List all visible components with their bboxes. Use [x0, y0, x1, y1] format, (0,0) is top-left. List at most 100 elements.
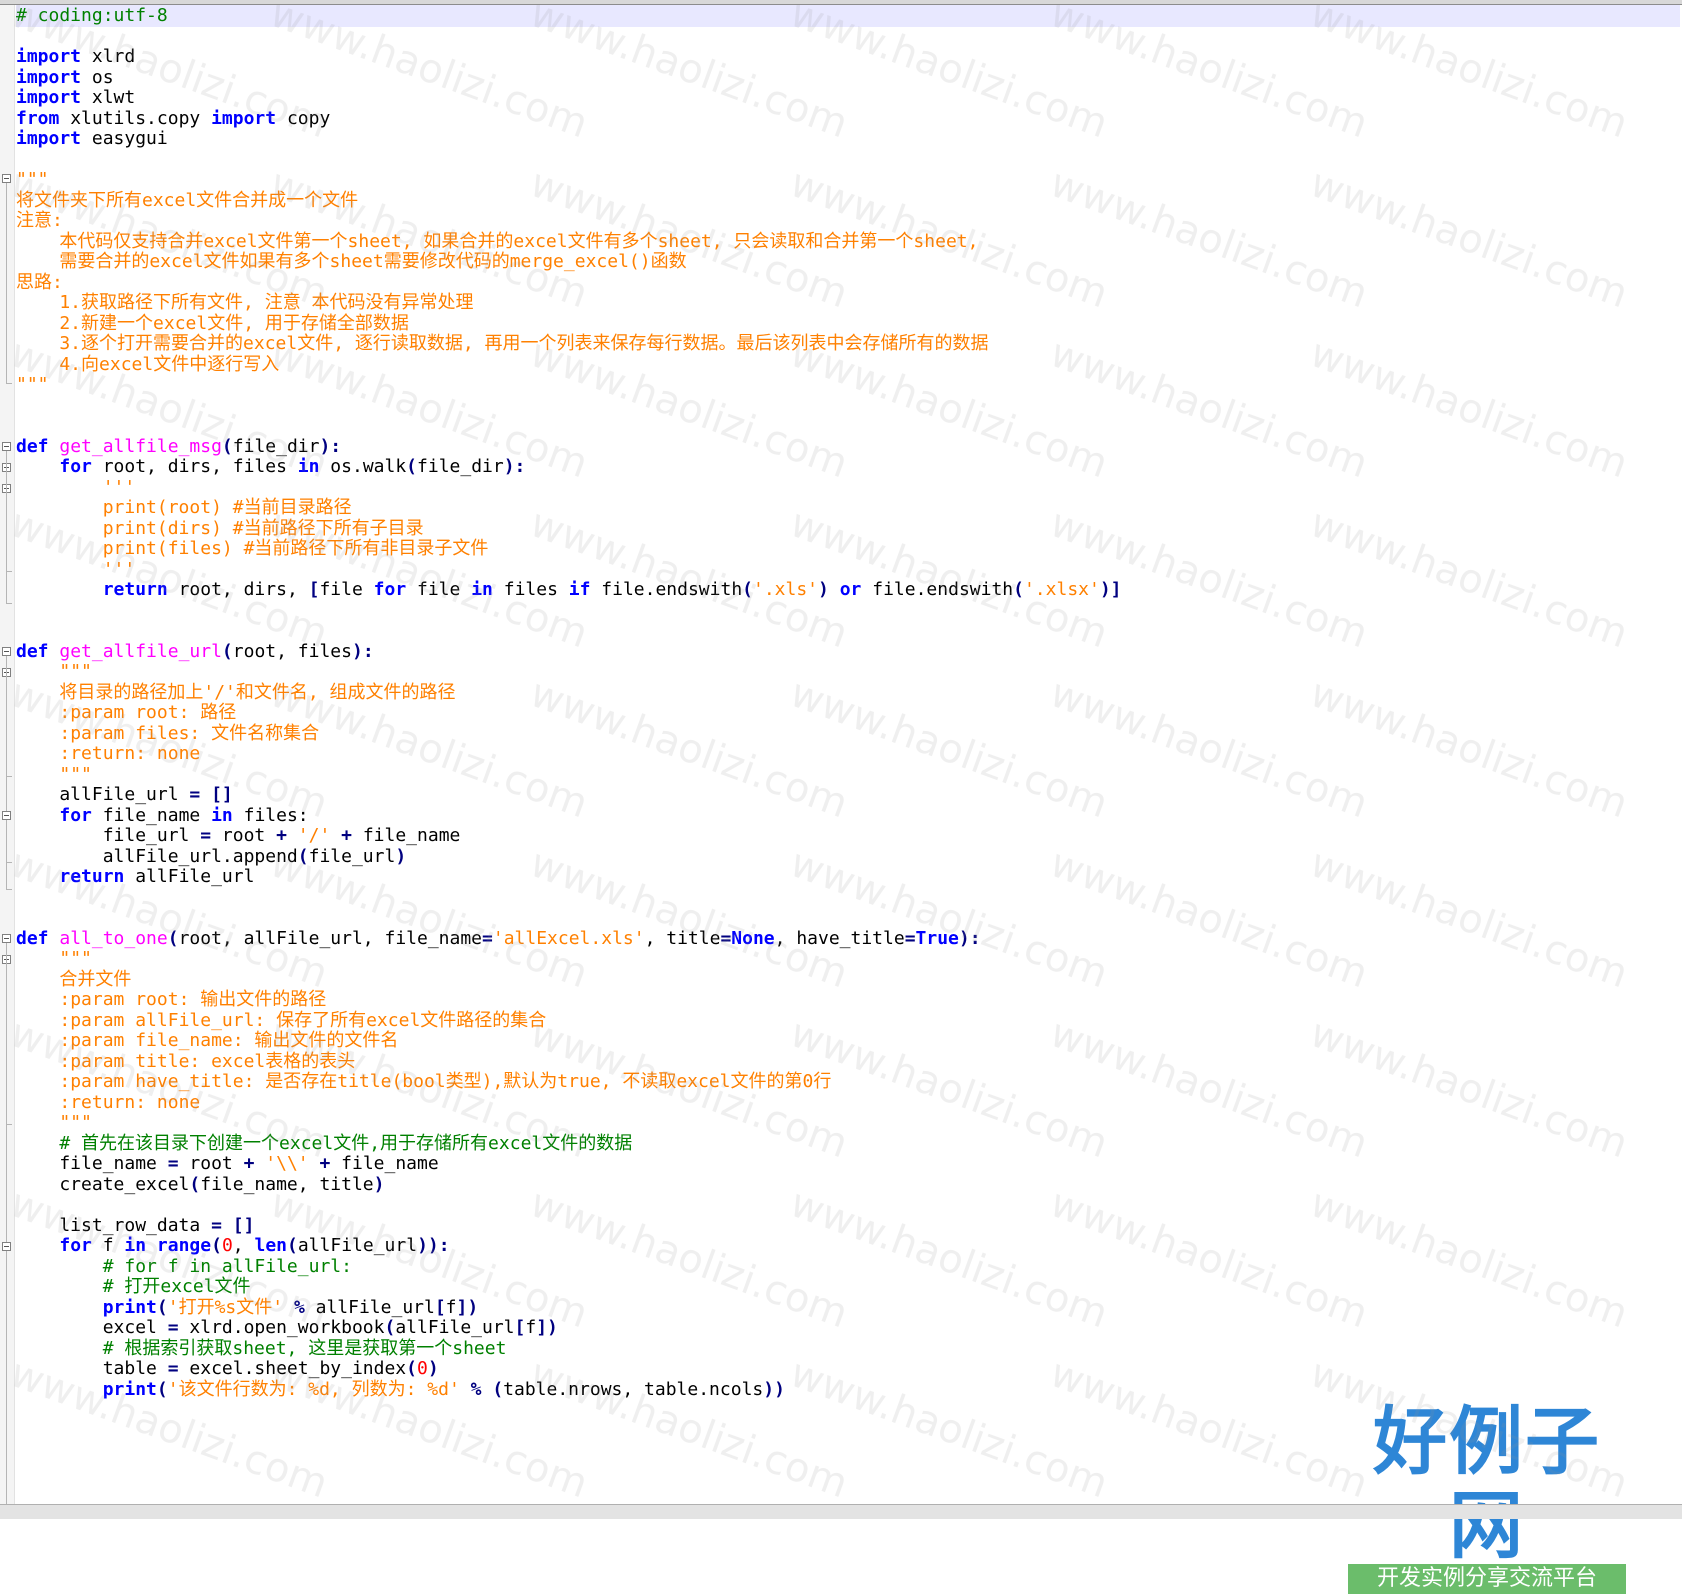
code-token: =: [167, 1358, 179, 1379]
code-line[interactable]: [16, 600, 1680, 622]
code-line[interactable]: 1.获取路径下所有文件, 注意 本代码没有异常处理: [16, 292, 1680, 314]
code-line[interactable]: :param allFile_url: 保存了所有excel文件路径的集合: [16, 1010, 1680, 1032]
code-token: file_url: [16, 825, 201, 846]
code-line[interactable]: print(root) #当前目录路径: [16, 497, 1680, 519]
code-line[interactable]: def get_allfile_msg(file_dir):: [16, 436, 1680, 458]
code-editor[interactable]: # coding:utf-8 import xlrd import os import…: [16, 5, 1682, 1504]
code-line[interactable]: 3.逐个打开需要合并的excel文件, 逐行读取数据, 再用一个列表来保存每行数…: [16, 333, 1680, 355]
code-line[interactable]: :return: none: [16, 1092, 1680, 1114]
fold-toggle-for-loop-icon[interactable]: [2, 811, 11, 820]
code-line[interactable]: 合并文件: [16, 969, 1680, 991]
fold-toggle-for-loop-icon[interactable]: [2, 1242, 11, 1251]
code-line[interactable]: for file_name in files:: [16, 805, 1680, 827]
code-line[interactable]: allFile_url = []: [16, 784, 1680, 806]
code-line[interactable]: allFile_url.append(file_url): [16, 846, 1680, 868]
code-line[interactable]: # 根据索引获取sheet, 这里是获取第一个sheet: [16, 1338, 1680, 1360]
code-line[interactable]: :param root: 输出文件的路径: [16, 989, 1680, 1011]
code-line[interactable]: import xlwt: [16, 87, 1680, 109]
code-line[interactable]: """: [16, 374, 1680, 396]
code-line[interactable]: for f in range(0, len(allFile_url)):: [16, 1235, 1680, 1257]
code-line[interactable]: """: [16, 661, 1680, 683]
fold-toggle-get-allfile-msg-icon[interactable]: [2, 442, 11, 451]
code-line[interactable]: # 打开excel文件: [16, 1276, 1680, 1298]
code-line[interactable]: [16, 887, 1680, 909]
code-line[interactable]: print(files) #当前路径下所有非目录子文件: [16, 538, 1680, 560]
code-line[interactable]: ''': [16, 477, 1680, 499]
code-token: :param file_name: 输出文件的文件名: [59, 1030, 399, 1051]
code-token: 合并文件: [59, 968, 132, 990]
code-line[interactable]: import xlrd: [16, 46, 1680, 68]
code-token: 2.新建一个excel文件, 用于存储全部数据: [16, 312, 409, 334]
code-line[interactable]: table = excel.sheet_by_index(0): [16, 1358, 1680, 1380]
code-line[interactable]: :param root: 路径: [16, 702, 1680, 724]
code-line[interactable]: # coding:utf-8: [16, 5, 1680, 27]
code-line[interactable]: print(dirs) #当前路径下所有子目录: [16, 518, 1680, 540]
code-line[interactable]: :return: none: [16, 743, 1680, 765]
code-line[interactable]: [16, 1194, 1680, 1216]
code-token: f: [445, 1296, 457, 1318]
code-token: in: [471, 579, 493, 600]
code-line[interactable]: """: [16, 1112, 1680, 1134]
logo-title: 好例子网: [1373, 1399, 1601, 1569]
code-line[interactable]: ''': [16, 559, 1680, 581]
code-line[interactable]: file_url = root + '/' + file_name: [16, 825, 1680, 847]
fold-toggle-all-to-one-icon[interactable]: [2, 934, 11, 943]
status-bar: [0, 1504, 1682, 1519]
code-line[interactable]: 将目录的路径加上'/'和文件名, 组成文件的路径: [16, 682, 1680, 704]
fold-toggle-get-allfile-url-icon[interactable]: [2, 647, 11, 656]
code-token: copy: [276, 107, 331, 129]
code-line[interactable]: [16, 395, 1680, 417]
code-line[interactable]: [16, 26, 1680, 48]
fold-toggle-module-docstring-icon[interactable]: [2, 174, 11, 183]
code-line[interactable]: """: [16, 169, 1680, 191]
code-line[interactable]: 需要合并的excel文件如果有多个sheet需要修改代码的merge_excel…: [16, 251, 1680, 273]
code-line[interactable]: list_row_data = []: [16, 1215, 1680, 1237]
code-token: ):: [351, 640, 374, 662]
code-token: '.xls': [753, 579, 819, 600]
code-line[interactable]: # 首先在该目录下创建一个excel文件,用于存储所有excel文件的数据: [16, 1133, 1680, 1155]
code-line[interactable]: def all_to_one(root, allFile_url, file_n…: [16, 928, 1680, 950]
code-line[interactable]: create_excel(file_name, title): [16, 1174, 1680, 1196]
code-line[interactable]: import os: [16, 67, 1680, 89]
code-line[interactable]: :param have_title: 是否存在title(bool类型),默认为…: [16, 1071, 1680, 1093]
code-line[interactable]: [16, 620, 1680, 642]
code-token: (: [406, 1358, 417, 1379]
code-line[interactable]: [16, 149, 1680, 171]
code-line[interactable]: 将文件夹下所有excel文件合并成一个文件: [16, 190, 1680, 212]
code-token: allFile_url: [124, 866, 255, 887]
code-line[interactable]: from xlutils.copy import copy: [16, 108, 1680, 130]
code-line[interactable]: # for f in allFile_url:: [16, 1256, 1680, 1278]
code-token: (: [221, 640, 233, 662]
code-line[interactable]: :param title: excel表格的表头: [16, 1051, 1680, 1073]
code-line[interactable]: :param file_name: 输出文件的文件名: [16, 1030, 1680, 1052]
code-line[interactable]: print('打开%s文件' % allFile_url[f]): [16, 1297, 1680, 1319]
fold-gutter[interactable]: [0, 5, 15, 1509]
code-line[interactable]: return allFile_url: [16, 866, 1680, 888]
code-line[interactable]: file_name = root + '\\' + file_name: [16, 1153, 1680, 1175]
code-token: :param allFile_url: 保存了所有excel文件路径的集合: [59, 1009, 547, 1031]
code-line[interactable]: [16, 907, 1680, 929]
code-line[interactable]: def get_allfile_url(root, files):: [16, 641, 1680, 663]
code-line[interactable]: import easygui: [16, 128, 1680, 150]
code-line[interactable]: print('该文件行数为: %d, 列数为: %d' % (table.nro…: [16, 1379, 1680, 1401]
code-line[interactable]: for root, dirs, files in os.walk(file_di…: [16, 456, 1680, 478]
code-line[interactable]: [16, 415, 1680, 437]
code-token: get_allfile_msg: [59, 435, 222, 457]
code-line[interactable]: """: [16, 764, 1680, 786]
code-line[interactable]: excel = xlrd.open_workbook(allFile_url[f…: [16, 1317, 1680, 1339]
code-line[interactable]: 注意:: [16, 210, 1680, 232]
code-line[interactable]: """: [16, 948, 1680, 970]
code-token: (: [492, 1378, 504, 1400]
code-line[interactable]: 思路:: [16, 272, 1680, 294]
code-token: allFile_url: [16, 784, 190, 805]
code-line[interactable]: 本代码仅支持合并excel文件第一个sheet, 如果合并的excel文件有多个…: [16, 231, 1680, 253]
code-line[interactable]: 2.新建一个excel文件, 用于存储全部数据: [16, 313, 1680, 335]
code-token: f: [91, 1235, 125, 1256]
code-line[interactable]: :param files: 文件名称集合: [16, 723, 1680, 745]
code-line[interactable]: return root, dirs, [file for file in fil…: [16, 579, 1680, 601]
code-token: ,: [232, 1235, 255, 1256]
code-line[interactable]: 4.向excel文件中逐行写入: [16, 354, 1680, 376]
